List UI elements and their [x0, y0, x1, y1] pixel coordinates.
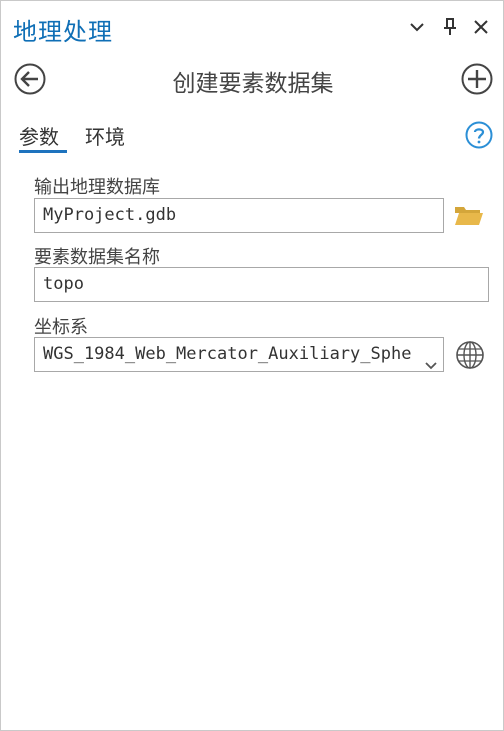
active-tab-indicator: [19, 150, 67, 153]
pin-icon[interactable]: [439, 15, 461, 39]
tab-environments[interactable]: 环境: [85, 121, 125, 150]
globe-icon[interactable]: [455, 340, 487, 372]
chevron-down-icon: [425, 349, 437, 371]
close-icon[interactable]: [470, 15, 492, 39]
geoprocessing-pane: 地理处理 创建要素数据集 参数 环境 输出地理数据库 MyProject.gdb…: [0, 0, 504, 731]
pane-title: 地理处理: [13, 18, 113, 46]
spatial-ref-value: WGS_1984_Web_Mercator_Auxiliary_Sphere: [43, 344, 413, 364]
dataset-name-label: 要素数据集名称: [34, 247, 160, 268]
dataset-name-value: topo: [43, 274, 84, 294]
tool-title: 创建要素数据集: [172, 71, 334, 97]
output-gdb-input[interactable]: MyProject.gdb: [34, 198, 444, 233]
dataset-name-input[interactable]: topo: [34, 267, 489, 302]
spatial-ref-select[interactable]: WGS_1984_Web_Mercator_Auxiliary_Sphere: [34, 337, 444, 372]
chevron-down-icon[interactable]: [406, 15, 428, 39]
output-gdb-label: 输出地理数据库: [34, 177, 160, 198]
folder-icon[interactable]: [453, 201, 485, 233]
output-gdb-value: MyProject.gdb: [43, 205, 177, 225]
add-icon[interactable]: [460, 62, 494, 96]
spatial-ref-label: 坐标系: [34, 317, 88, 338]
tab-parameters[interactable]: 参数: [19, 121, 59, 150]
help-icon[interactable]: [465, 121, 493, 149]
